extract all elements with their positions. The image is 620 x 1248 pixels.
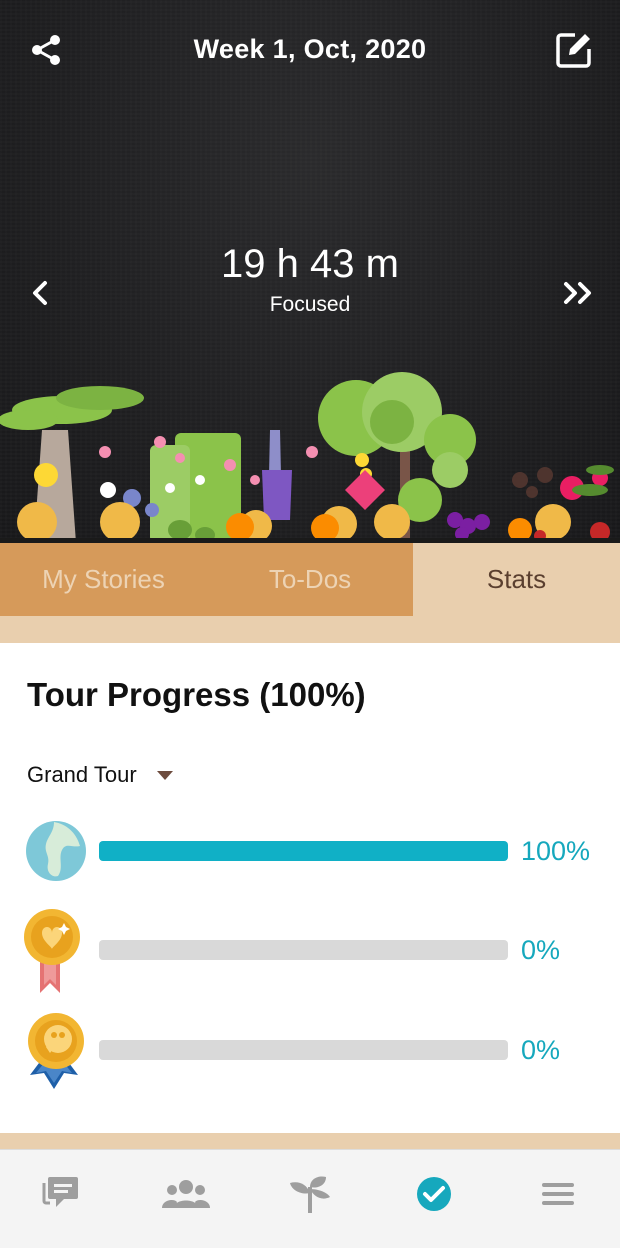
- tour-row-gold-medal: 0%: [0, 905, 620, 995]
- nav-friends-button[interactable]: [161, 1172, 211, 1216]
- bottom-nav: [0, 1149, 620, 1248]
- week-title: Week 1, Oct, 2020: [193, 34, 427, 64]
- tour-progress-percent: 0%: [521, 935, 561, 965]
- tour-row-blue-medal: 0%: [0, 1005, 620, 1095]
- checkmark-circle-icon: [417, 1177, 451, 1211]
- focus-time: 19 h 43 m: [221, 242, 399, 286]
- globe-icon: [26, 821, 86, 881]
- hero-panel: Week 1, Oct, 2020 19 h 43 m Focused: [0, 0, 620, 543]
- tour-selector[interactable]: Grand Tour: [27, 762, 173, 788]
- forest-illustration: [0, 372, 620, 543]
- tour-progress-card: Tour Progress (100%) Grand Tour 100% 0%: [0, 643, 620, 1133]
- section-separator: [0, 1133, 620, 1149]
- friends-icon: [162, 1180, 210, 1208]
- dropdown-caret-icon: [156, 770, 173, 780]
- tour-progress-percent: 100%: [521, 836, 591, 866]
- tour-progress-bar: [99, 940, 508, 960]
- edit-button[interactable]: [554, 30, 594, 70]
- focus-label: Focused: [269, 293, 351, 316]
- nav-chat-button[interactable]: [37, 1172, 87, 1216]
- section-tabs: My Stories To-Dos Stats: [0, 543, 620, 643]
- nav-plant-button[interactable]: [285, 1172, 335, 1216]
- tour-progress-bar: [99, 1040, 508, 1060]
- next-week-button[interactable]: [560, 273, 600, 313]
- plant-icon: [290, 1176, 330, 1213]
- tour-row-globe: 100%: [0, 806, 620, 896]
- tour-selector-value: Grand Tour: [27, 762, 137, 787]
- tour-progress-percent: 0%: [521, 1035, 561, 1065]
- gold-medal-icon: [24, 909, 80, 993]
- tour-progress-fill: [99, 841, 508, 861]
- tour-progress-bar: [99, 841, 508, 861]
- edit-icon: [556, 33, 591, 68]
- tab-my-stories[interactable]: My Stories: [0, 543, 207, 616]
- nav-menu-button[interactable]: [533, 1172, 583, 1216]
- double-chevron-right-icon: [564, 282, 591, 304]
- menu-icon: [542, 1183, 574, 1205]
- tab-stats[interactable]: Stats: [413, 543, 620, 616]
- blue-medal-icon: [28, 1013, 84, 1089]
- chat-icon: [42, 1177, 78, 1207]
- nav-checkmark-button[interactable]: [409, 1172, 459, 1216]
- tab-to-dos[interactable]: To-Dos: [207, 543, 413, 616]
- tour-progress-title: Tour Progress (100%): [27, 676, 366, 713]
